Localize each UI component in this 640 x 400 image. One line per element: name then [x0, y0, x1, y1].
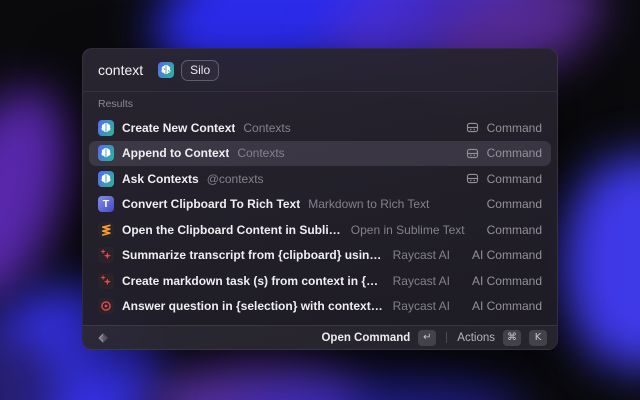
k-key-badge: K	[529, 330, 547, 346]
scope-badge-label[interactable]: Silo	[181, 60, 219, 81]
ai-sparkle-icon	[98, 247, 114, 263]
result-type: Command	[487, 172, 542, 186]
raycast-logo-icon	[96, 331, 110, 345]
results-list[interactable]: Create New Context Contexts Command Appe…	[83, 113, 557, 325]
list-item[interactable]: Create New Context Contexts Command	[89, 115, 551, 141]
result-type: AI Command	[472, 248, 542, 262]
search-bar[interactable]: context Silo	[83, 49, 557, 92]
result-subtitle: Contexts	[237, 146, 284, 160]
app-window-icon	[466, 121, 479, 134]
result-title: Create markdown task (s) from context in…	[122, 274, 385, 288]
result-type: AI Command	[472, 274, 542, 288]
open-command-button[interactable]: Open Command	[321, 332, 410, 344]
actions-button[interactable]: Actions	[457, 332, 495, 344]
list-item[interactable]: Answer question in {selection} with cont…	[89, 294, 551, 320]
result-subtitle: @contexts	[207, 172, 264, 186]
result-title: Answer question in {selection} with cont…	[122, 299, 385, 313]
result-title: Create New Context	[122, 121, 235, 135]
result-subtitle: Raycast AI	[393, 274, 450, 288]
sublime-text-icon	[98, 222, 114, 238]
list-item[interactable]: Summarize transcript from {clipboard} us…	[89, 243, 551, 269]
app-window-icon	[466, 172, 479, 185]
brain-icon	[98, 171, 114, 187]
results-section-label: Results	[98, 98, 542, 111]
action-bar: Open Command ↵ Actions ⌘ K	[83, 325, 557, 349]
list-item[interactable]: Open the Clipboard Content in Sublime Te…	[89, 217, 551, 243]
result-type: Command	[487, 197, 542, 211]
result-subtitle: Open in Sublime Text	[351, 223, 465, 237]
ai-sparkle-icon	[98, 273, 114, 289]
return-key-badge: ↵	[418, 330, 436, 346]
result-subtitle: Markdown to Rich Text	[308, 197, 429, 211]
result-title: Append to Context	[122, 146, 229, 160]
list-item[interactable]: Ask Contexts @contexts Command	[89, 166, 551, 192]
result-title: Open the Clipboard Content in Sublime Te…	[122, 223, 343, 237]
result-type: Command	[487, 121, 542, 135]
result-title: Ask Contexts	[122, 172, 199, 186]
letter-t-icon: T	[98, 196, 114, 212]
app-window-icon	[466, 147, 479, 160]
list-item[interactable]: T Convert Clipboard To Rich Text Markdow…	[89, 192, 551, 218]
wallpaper-right-blue	[555, 155, 640, 370]
brain-icon	[158, 62, 174, 78]
result-subtitle: Raycast AI	[393, 299, 450, 313]
target-icon	[98, 298, 114, 314]
brain-icon	[98, 145, 114, 161]
list-item-selected[interactable]: Append to Context Contexts Command	[89, 141, 551, 167]
footer-divider	[446, 332, 447, 343]
search-input[interactable]: context	[98, 62, 143, 78]
list-item[interactable]: Create markdown task (s) from context in…	[89, 268, 551, 294]
result-subtitle: Contexts	[243, 121, 290, 135]
result-title: Summarize transcript from {clipboard} us…	[122, 248, 385, 262]
result-title: Convert Clipboard To Rich Text	[122, 197, 300, 211]
result-type: Command	[487, 223, 542, 237]
result-type: AI Command	[472, 299, 542, 313]
scope-tag[interactable]: Silo	[158, 60, 219, 81]
cmd-key-badge: ⌘	[503, 330, 521, 346]
command-palette-window: context Silo Results Create New Context …	[82, 48, 558, 350]
brain-icon	[98, 120, 114, 136]
result-type: Command	[487, 146, 542, 160]
result-subtitle: Raycast AI	[393, 248, 450, 262]
